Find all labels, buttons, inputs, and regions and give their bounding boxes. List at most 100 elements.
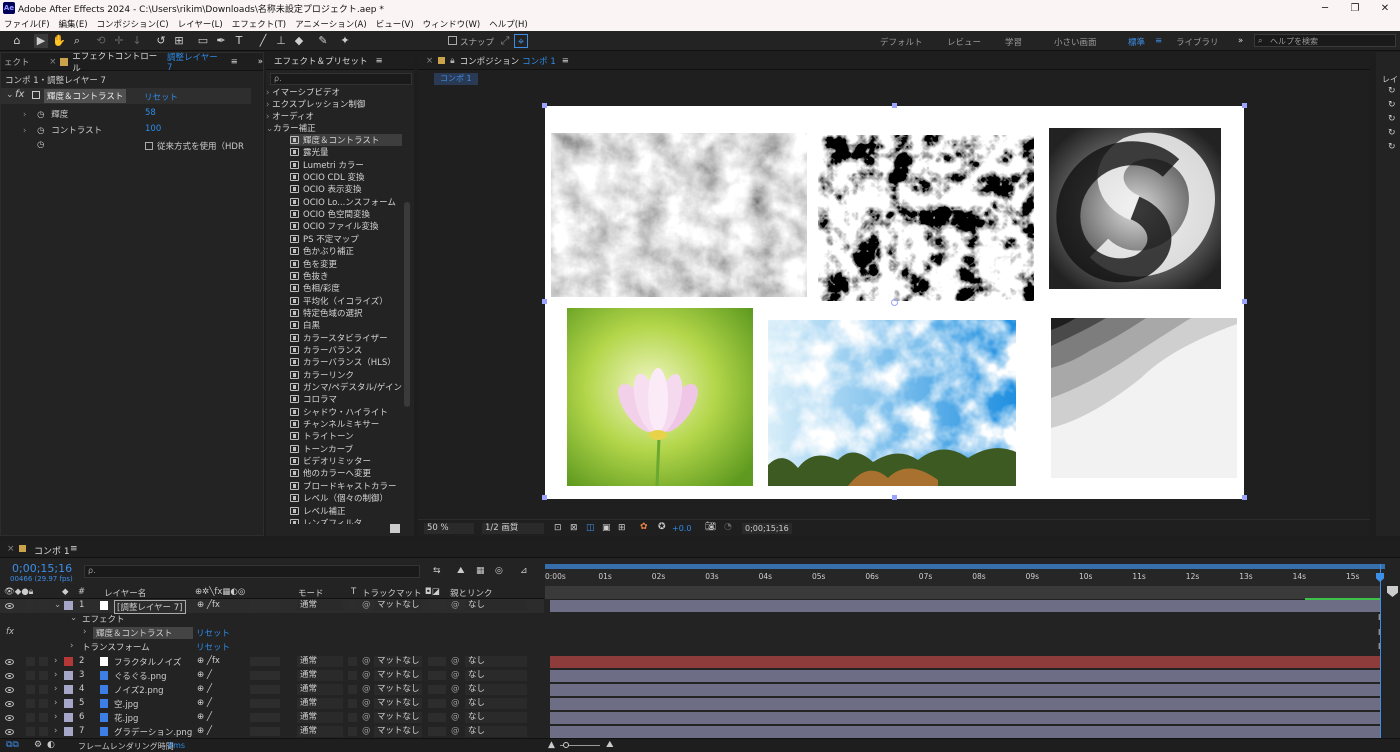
effect-entry-row[interactable]: fx › 輝度＆コントラスト リセット (0, 627, 544, 641)
expand-chevron-icon[interactable]: › (23, 126, 26, 136)
anchor-point-icon[interactable] (891, 299, 898, 306)
effect-item[interactable]: 色相/彩度 (290, 282, 404, 294)
timeline-search-input[interactable]: ρ. (84, 565, 420, 578)
pickwhip-icon[interactable]: @ (451, 684, 460, 694)
matte-switches[interactable] (428, 601, 446, 610)
undo-icon[interactable]: ↻ (1388, 114, 1396, 124)
zoom-tool-icon[interactable]: ⌕ (70, 34, 84, 48)
effect-item[interactable]: トーンカーブ (290, 443, 404, 455)
maximize-button[interactable]: ❐ (1340, 0, 1370, 16)
effect-item[interactable]: 色抜き (290, 270, 404, 282)
transform-reset-link[interactable]: リセット (196, 641, 230, 653)
solo-switch[interactable] (26, 685, 35, 694)
work-area-bar[interactable] (545, 564, 1385, 569)
layer-row[interactable]: › 3 ぐるぐる.png ⊕ ╱ 通常 @ マットなし @ なし (0, 669, 544, 683)
effect-item[interactable]: OCIO CDL 変換 (290, 171, 404, 183)
label-color-swatch[interactable] (64, 727, 73, 736)
layer-duration-bar[interactable] (550, 656, 1380, 668)
graph-editor-icon[interactable]: ⊿ (520, 566, 528, 576)
close-button[interactable]: ✕ (1370, 0, 1400, 16)
switch-icons[interactable]: ⊕ ╱ (197, 712, 212, 722)
effect-item[interactable]: レンズフィルタ (290, 517, 404, 524)
workspace-standard[interactable]: 標準 (1128, 36, 1145, 48)
switch-boxes[interactable] (250, 713, 280, 722)
right-panel-label[interactable]: レイ (1382, 74, 1398, 85)
resolution-dropdown[interactable]: 1/2 画質 (482, 523, 544, 534)
effect-item[interactable]: 色を変更 (290, 258, 404, 270)
pickwhip-icon[interactable]: @ (451, 600, 460, 610)
switch-icons[interactable]: ⊕ ╱ (197, 726, 212, 736)
home-icon[interactable]: ⌂ (10, 34, 24, 48)
snap-checkbox[interactable] (448, 36, 457, 45)
workspace-learn[interactable]: 学習 (1005, 36, 1022, 48)
expand-chevron-icon[interactable]: › (54, 712, 57, 722)
layer-name[interactable]: [調整レイヤー 7] (114, 600, 186, 614)
pickwhip-icon[interactable]: @ (362, 670, 371, 680)
undo-icon[interactable]: ↻ (1388, 142, 1396, 152)
switch-boxes[interactable] (250, 727, 280, 736)
pickwhip-icon[interactable]: @ (451, 712, 460, 722)
eye-icon[interactable] (5, 673, 14, 679)
track-matte-dropdown[interactable]: マットなし (374, 600, 422, 611)
layer-row[interactable]: › 5 空.jpg ⊕ ╱ 通常 @ マットなし @ なし (0, 697, 544, 711)
matte-switches[interactable] (428, 671, 446, 680)
composition-tab-name[interactable]: コンポ 1 (522, 55, 556, 67)
menu-effect[interactable]: エフェクト(T) (232, 18, 286, 30)
lock-switch[interactable] (39, 657, 48, 666)
panel-menu-icon[interactable]: ≡ (70, 544, 78, 554)
reset-link[interactable]: リセット (144, 91, 178, 103)
menu-view[interactable]: ビュー(V) (376, 18, 414, 30)
layer-name[interactable]: 花.jpg (114, 712, 138, 724)
panel-menu-icon[interactable]: ≡ (376, 56, 383, 66)
menu-window[interactable]: ウィンドウ(W) (423, 18, 481, 30)
effect-item[interactable]: 特定色域の選択 (290, 307, 404, 319)
frame-blending-icon[interactable]: ◎ (495, 566, 503, 576)
pickwhip-icon[interactable]: @ (362, 684, 371, 694)
effect-item[interactable]: PS 不定マップ (290, 233, 404, 245)
expand-chevron-icon[interactable]: › (23, 110, 26, 120)
menu-help[interactable]: ヘルプ(H) (489, 18, 528, 30)
pen-tool-icon[interactable]: ✒ (214, 34, 228, 48)
workspace-small-screen[interactable]: 小さい画面 (1054, 36, 1097, 48)
effect-item[interactable]: OCIO Lo...ンスフォーム (290, 196, 404, 208)
transform-handle[interactable] (1242, 103, 1247, 108)
mode-dropdown[interactable]: 通常 (297, 684, 343, 695)
lock-switch[interactable] (39, 685, 48, 694)
composition-mini-flowchart-icon[interactable]: ⇆ (433, 566, 441, 576)
legacy-checkbox[interactable] (145, 142, 153, 150)
switch-icons[interactable]: ⊕ ╱ (197, 684, 212, 694)
timeline-timecode[interactable]: 0;00;15;16 (12, 562, 72, 575)
lock-switch[interactable] (39, 713, 48, 722)
stopwatch-icon[interactable]: ◷ (37, 110, 44, 120)
layer-duration-bar[interactable] (550, 726, 1380, 738)
track-matte-dropdown[interactable]: マットなし (374, 726, 422, 737)
zoom-dropdown[interactable]: 50 % (424, 523, 474, 534)
preserve-transparency-switch[interactable] (348, 713, 357, 722)
solo-switch[interactable] (26, 713, 35, 722)
pickwhip-icon[interactable]: @ (451, 726, 460, 736)
pickwhip-icon[interactable]: @ (362, 698, 371, 708)
effect-item[interactable]: OCIO 表示変換 (290, 183, 404, 195)
type-tool-icon[interactable]: T (232, 34, 246, 48)
effect-item[interactable]: Lumetri カラー (290, 159, 404, 171)
effect-name[interactable]: 輝度＆コントラスト (44, 89, 127, 103)
menu-file[interactable]: ファイル(F) (4, 18, 50, 30)
comp-subtab[interactable]: コンポ 1 (434, 73, 478, 85)
effect-item[interactable]: カラーバランス (290, 344, 404, 356)
effects-presets-tab[interactable]: エフェクト＆プリセット (274, 55, 368, 67)
project-tab[interactable]: ェクト (4, 56, 39, 68)
expand-chevron-icon[interactable]: ⌄ (6, 90, 14, 100)
puppet-pin-icon[interactable]: ✦ (338, 34, 352, 48)
panel-menu-icon[interactable]: ≡ (562, 56, 569, 66)
expand-chevron-icon[interactable]: › (54, 656, 57, 666)
expand-chevron-icon[interactable]: › (54, 670, 57, 680)
snap-target-icon[interactable]: ⌖ (514, 34, 528, 48)
mask-visibility-icon[interactable]: ◫ (586, 523, 595, 533)
pickwhip-icon[interactable]: @ (451, 698, 460, 708)
exposure-value[interactable]: +0.0 (672, 524, 691, 533)
contrast-value[interactable]: 100 (145, 124, 161, 134)
label-color-swatch[interactable] (64, 601, 73, 610)
effect-item[interactable]: シャドウ・ハイライト (290, 406, 404, 418)
close-tab-icon[interactable]: × (49, 57, 56, 67)
switch-icons[interactable]: ⊕ ╱fx (197, 656, 220, 666)
